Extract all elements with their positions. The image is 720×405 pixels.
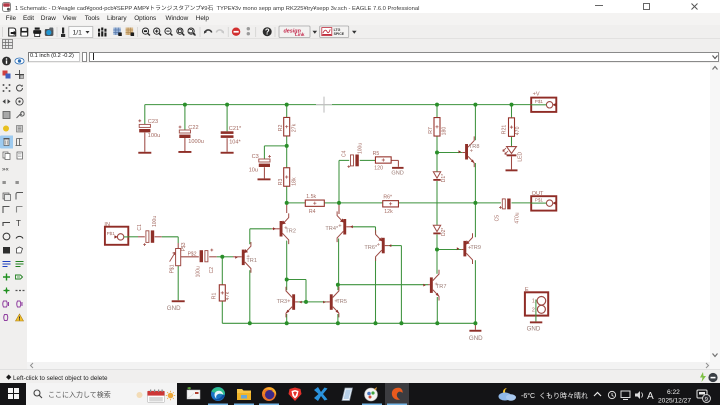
svg-text:P$3: P$3 (181, 242, 187, 251)
svg-text:TR3: TR3 (277, 299, 288, 305)
svg-text:GND: GND (391, 171, 403, 177)
svg-text:TR5: TR5 (336, 299, 347, 305)
svg-text:C3: C3 (252, 154, 259, 160)
svg-text:くもり時々晴れ: くもり時々晴れ (539, 391, 588, 400)
svg-text:TR7: TR7 (436, 284, 447, 290)
svg-text:GND: GND (167, 305, 181, 312)
svg-text:470u: 470u (514, 212, 520, 223)
svg-text:R5: R5 (373, 151, 380, 157)
svg-text:GND: GND (527, 326, 541, 333)
svg-text:1/1: 1/1 (73, 30, 83, 37)
svg-text:»«: »« (2, 167, 9, 173)
svg-text:R3: R3 (278, 178, 284, 185)
svg-text:2: 2 (532, 307, 535, 313)
svg-text:E: E (525, 287, 529, 293)
svg-text:100u: 100u (195, 266, 201, 277)
svg-text:R4: R4 (309, 209, 316, 215)
svg-text:47k: 47k (225, 291, 231, 300)
svg-text:470: 470 (515, 126, 521, 135)
svg-text:1.5k: 1.5k (306, 194, 316, 200)
svg-text:R7: R7 (428, 127, 434, 134)
svg-text:100u: 100u (152, 216, 158, 227)
svg-text:TR4*: TR4* (325, 226, 339, 232)
svg-text:A: A (647, 391, 654, 402)
svg-text:104*: 104* (229, 140, 241, 146)
svg-text:C21*: C21* (229, 126, 242, 132)
svg-text:R2: R2 (278, 124, 284, 131)
svg-text:D2*: D2* (441, 228, 447, 236)
svg-text:LED: LED (518, 151, 524, 161)
svg-text:27k: 27k (292, 123, 298, 132)
svg-text:2025/12/27: 2025/12/27 (658, 398, 691, 405)
svg-text:180: 180 (441, 127, 447, 136)
svg-text:P$2: P$2 (188, 252, 197, 258)
svg-text:C2: C2 (209, 267, 215, 274)
svg-text:TR1: TR1 (246, 258, 257, 264)
svg-text:9: 9 (705, 397, 708, 403)
svg-text:1: 1 (532, 298, 535, 304)
svg-text:OUT: OUT (532, 191, 544, 197)
svg-text:100u: 100u (357, 143, 363, 154)
svg-text:Link: Link (295, 32, 305, 37)
svg-text:R6*: R6* (383, 195, 392, 201)
svg-text:100u: 100u (148, 133, 160, 139)
svg-text:+V: +V (533, 92, 540, 98)
svg-text:TR8: TR8 (469, 144, 480, 150)
svg-text:TR2: TR2 (285, 228, 296, 234)
svg-text:12k: 12k (384, 209, 393, 215)
svg-text:P$1: P$1 (535, 198, 544, 203)
svg-text:120: 120 (374, 165, 383, 171)
svg-text:C5: C5 (494, 215, 500, 222)
svg-text:R1: R1 (212, 292, 218, 299)
svg-text:6:22: 6:22 (667, 389, 680, 396)
svg-text:R21: R21 (502, 125, 508, 135)
svg-text:P$1: P$1 (107, 231, 116, 236)
svg-text:P$1: P$1 (535, 99, 544, 104)
svg-text:C1: C1 (137, 224, 143, 231)
svg-text:≡: ≡ (15, 180, 19, 187)
svg-text:TR6*: TR6* (364, 245, 378, 251)
svg-text:C4: C4 (341, 150, 347, 157)
svg-text:D1*: D1* (441, 174, 447, 182)
svg-text:1000u: 1000u (188, 139, 204, 145)
svg-text:C22: C22 (188, 125, 198, 131)
svg-text:T: T (16, 219, 21, 228)
svg-text:GND: GND (469, 335, 483, 342)
svg-text:P$1: P$1 (170, 264, 176, 273)
svg-text:C23: C23 (148, 119, 158, 125)
svg-text:IN: IN (104, 222, 110, 228)
svg-text:SPICE: SPICE (334, 32, 345, 36)
svg-text:?: ? (265, 28, 270, 37)
svg-text:-6°C: -6°C (521, 392, 535, 400)
svg-text:TR9: TR9 (470, 245, 481, 251)
svg-text:≡: ≡ (2, 180, 6, 187)
svg-text:18k: 18k (292, 177, 298, 186)
svg-text:10u: 10u (249, 167, 258, 173)
